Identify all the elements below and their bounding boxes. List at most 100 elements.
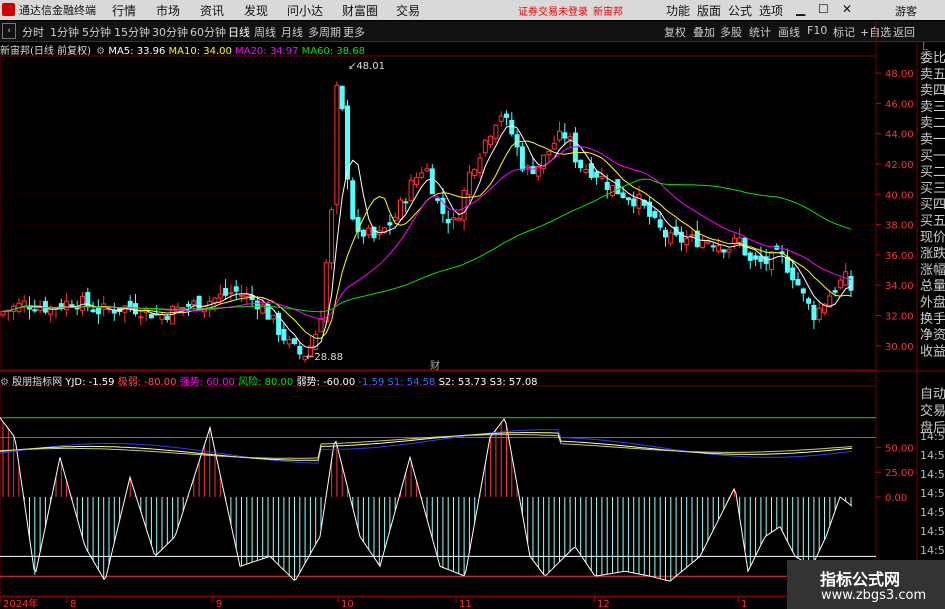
quote-sidebar bbox=[918, 42, 945, 382]
indicator-info-line: ⚙ 殷朋指标网 YJD: -1.59 极弱: -80.00 强势: 60.00 … bbox=[0, 373, 538, 388]
candle-body bbox=[424, 168, 430, 172]
candle-body bbox=[567, 136, 573, 140]
fengxian-value: 风险: 80.00 bbox=[238, 377, 294, 388]
watermark-title: 指标公式网 bbox=[820, 570, 901, 589]
candle-body bbox=[519, 146, 525, 171]
price-tick-label: 46.00 bbox=[885, 99, 914, 110]
candle-body bbox=[625, 197, 631, 201]
candle-body bbox=[488, 135, 494, 146]
candle-body bbox=[800, 288, 806, 294]
candle-body bbox=[588, 163, 594, 178]
candle-body bbox=[769, 251, 774, 270]
jiruo-value: 极弱: -80.00 bbox=[117, 377, 177, 388]
s2-line bbox=[0, 432, 853, 461]
candle-body bbox=[610, 185, 615, 196]
ma20-value: MA20: 34.97 bbox=[235, 46, 299, 57]
candle-body bbox=[408, 179, 414, 202]
candle-body bbox=[482, 139, 488, 154]
candle-body bbox=[493, 124, 499, 139]
candle-body bbox=[689, 234, 695, 237]
price-tick-label: 32.00 bbox=[885, 311, 914, 322]
candle-body bbox=[620, 192, 626, 198]
candle-body bbox=[371, 226, 377, 239]
date-label: 10 bbox=[341, 599, 354, 609]
candle-body bbox=[583, 168, 589, 174]
candle-body bbox=[318, 318, 324, 333]
candle-body bbox=[837, 279, 843, 289]
candle-body bbox=[477, 157, 483, 173]
candle-body bbox=[747, 252, 753, 261]
yjd-value: YJD: -1.59 bbox=[65, 377, 115, 388]
date-label: 2024年 bbox=[3, 597, 38, 609]
candle-body bbox=[753, 255, 759, 260]
candle-body bbox=[811, 305, 817, 321]
candle-body bbox=[398, 199, 403, 220]
candles bbox=[0, 81, 854, 363]
candle-body bbox=[758, 255, 764, 262]
candle-body bbox=[127, 300, 133, 308]
price-tick-label: 48.00 bbox=[885, 69, 914, 80]
candle-body bbox=[790, 267, 796, 281]
kline-chart[interactable]: 48.00 46.00 44.00 42.00 40.00 38.00 36.00 34.00… bbox=[0, 0, 945, 609]
candle-body bbox=[159, 314, 165, 320]
indicator-gear-icon[interactable]: ⚙ bbox=[0, 377, 9, 388]
sub-time-label: 14:56 bbox=[920, 544, 945, 557]
candle-body bbox=[795, 278, 801, 286]
candle-body bbox=[816, 307, 822, 320]
candle-body bbox=[95, 307, 101, 315]
candle-body bbox=[806, 298, 812, 304]
candle-body bbox=[366, 227, 372, 236]
candle-body bbox=[334, 84, 340, 205]
candle-body bbox=[244, 294, 250, 298]
date-label: 1 bbox=[741, 599, 747, 609]
candle-body bbox=[652, 211, 658, 218]
price-tick-label: 38.00 bbox=[885, 221, 914, 232]
candle-body bbox=[419, 172, 425, 178]
ma20-line bbox=[2, 146, 852, 320]
candle-body bbox=[223, 287, 229, 296]
candle-body bbox=[180, 306, 186, 309]
price-tick-label: 40.00 bbox=[885, 190, 914, 201]
ma5-line bbox=[2, 125, 852, 349]
s1-line bbox=[0, 429, 853, 464]
candle-body bbox=[32, 309, 38, 312]
candle-body bbox=[636, 194, 642, 209]
candle-body bbox=[350, 180, 356, 220]
candle-body bbox=[705, 241, 711, 244]
candle-body bbox=[562, 132, 568, 139]
stock-name: 新宙邦(日线 前复权) bbox=[0, 46, 91, 57]
candle-body bbox=[281, 328, 287, 341]
candle-body bbox=[663, 229, 668, 238]
candle-body bbox=[445, 218, 451, 224]
sub-time-label: 14:56 bbox=[920, 449, 945, 462]
candle-body bbox=[413, 177, 419, 185]
watermark-url: www.zbgs3.com bbox=[821, 588, 927, 603]
candle-body bbox=[329, 209, 335, 264]
settings-gear-icon[interactable]: ⚙ bbox=[96, 46, 105, 57]
candle-body bbox=[710, 245, 716, 248]
candle-body bbox=[191, 300, 197, 306]
sub-tick-label: 50.00 bbox=[885, 443, 914, 454]
candle-body bbox=[292, 338, 297, 344]
ma5-value: MA5: 33.96 bbox=[108, 46, 166, 57]
cai-marker: 财 bbox=[430, 359, 440, 372]
s3-line bbox=[0, 434, 853, 459]
sub-time-label: 14:56 bbox=[920, 487, 945, 500]
sub-sidebar bbox=[918, 384, 945, 444]
candle-body bbox=[504, 113, 509, 118]
candle-body bbox=[657, 219, 663, 228]
candle-body bbox=[456, 217, 462, 221]
candle-body bbox=[466, 171, 472, 196]
candle-body bbox=[138, 316, 144, 319]
candle-body bbox=[196, 295, 202, 310]
candle-body bbox=[684, 238, 690, 246]
date-label: 11 bbox=[459, 599, 472, 609]
candle-body bbox=[80, 296, 85, 311]
candle-body bbox=[461, 189, 467, 221]
candle-body bbox=[668, 232, 674, 244]
low-annotation: ←28.88 bbox=[306, 352, 343, 363]
price-tick-label: 36.00 bbox=[885, 251, 914, 262]
ma60-value: MA60: 38.68 bbox=[301, 46, 366, 57]
candle-body bbox=[594, 171, 600, 178]
date-label: 9 bbox=[216, 599, 222, 609]
